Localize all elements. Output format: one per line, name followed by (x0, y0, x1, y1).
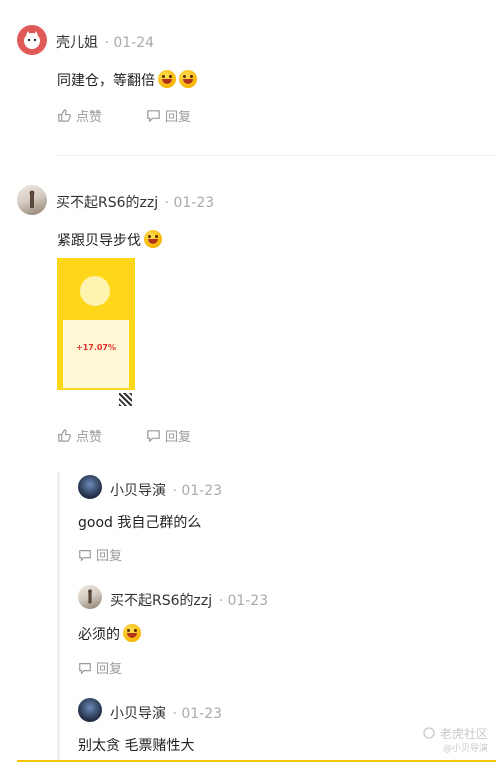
comment-icon (79, 662, 91, 675)
image-percent: +17.07% (75, 343, 117, 352)
avatar[interactable] (78, 698, 102, 722)
thumbs-up-icon (58, 109, 71, 122)
author-name[interactable]: 壳儿姐 (56, 35, 98, 51)
comment-icon (147, 430, 160, 443)
result-card (63, 320, 129, 388)
comment-date: · 01-23 (164, 195, 215, 211)
reply-thread-rule (57, 472, 60, 762)
reply-button[interactable]: 回复 (146, 106, 191, 125)
reply-text: 别太贪 毛票赌性大 (78, 738, 195, 754)
reply-label: 回复 (165, 110, 192, 125)
person-photo-icon (29, 190, 35, 208)
laughing-emoji-icon (158, 70, 176, 88)
laughing-emoji-icon (179, 70, 197, 88)
author-name[interactable]: 小贝导演 (110, 483, 166, 499)
reply-label: 回复 (96, 549, 123, 564)
comment-author[interactable]: 买不起RS6的zzj · 01-23 (56, 192, 214, 212)
comment-date: · 01-24 (104, 35, 155, 51)
laughing-emoji-icon (123, 624, 141, 642)
comment-author[interactable]: 壳儿姐 · 01-24 (56, 32, 154, 52)
author-name[interactable]: 小贝导演 (110, 706, 166, 722)
watermark-sub: @小贝导演 (442, 744, 488, 754)
reply-button[interactable]: 回复 (78, 545, 122, 564)
cat-avatar-icon (24, 31, 40, 49)
avatar[interactable] (17, 185, 47, 215)
reply-label: 回复 (165, 430, 192, 445)
comment-body: 紧跟贝导步伐 (57, 233, 141, 249)
thumbs-up-icon (58, 429, 71, 442)
reply-author[interactable]: 小贝导演 · 01-23 (110, 480, 222, 500)
person-photo-icon (88, 589, 92, 604)
divider (56, 155, 496, 156)
author-name[interactable]: 买不起RS6的zzj (56, 195, 158, 211)
reply-date: · 01-23 (172, 483, 223, 499)
avatar[interactable] (78, 585, 102, 609)
reply-author[interactable]: 买不起RS6的zzj · 01-23 (110, 590, 268, 610)
watermark-text: 老虎社区 (439, 727, 488, 741)
like-label: 点赞 (76, 110, 103, 125)
reply-body: 必须的 (78, 627, 120, 643)
qr-code-icon (119, 393, 132, 406)
tiger-icon (423, 727, 435, 739)
sun-graphic (80, 276, 110, 306)
comment-icon (79, 549, 91, 562)
reply-label: 回复 (96, 662, 123, 677)
author-name[interactable]: 买不起RS6的zzj (110, 593, 212, 609)
reply-date: · 01-23 (218, 593, 269, 609)
comment-icon (147, 110, 160, 123)
comment-text: 同建仓，等翻倍 (57, 70, 197, 90)
reply-button[interactable]: 回复 (78, 658, 122, 677)
watermark: 老虎社区 (422, 725, 488, 742)
like-label: 点赞 (76, 430, 103, 445)
cool-emoji-icon (144, 230, 162, 248)
avatar[interactable] (17, 25, 47, 55)
reply-button[interactable]: 回复 (146, 426, 191, 445)
attached-image[interactable]: +17.07% (57, 258, 135, 408)
reply-text: good 我自己群的么 (78, 515, 202, 531)
comment-text: 紧跟贝导步伐 (57, 230, 162, 250)
avatar[interactable] (78, 475, 102, 499)
reply-author[interactable]: 小贝导演 · 01-23 (110, 703, 222, 723)
like-button[interactable]: 点赞 (57, 106, 102, 125)
reply-text: 必须的 (78, 624, 141, 644)
like-button[interactable]: 点赞 (57, 426, 102, 445)
comment-body: 同建仓，等翻倍 (57, 73, 155, 89)
reply-date: · 01-23 (172, 706, 223, 722)
